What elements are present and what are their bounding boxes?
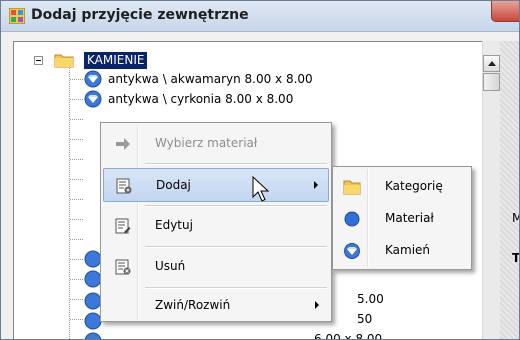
arrow-right-icon — [116, 138, 130, 150]
tree-item-partial: 6.00 x 8.00 — [314, 332, 383, 340]
add-submenu: Kategorię Materiał Kamień — [332, 166, 472, 270]
menu-item-collapse-expand[interactable]: Zwiń/Rozwiń — [103, 289, 329, 321]
tree-branch-line — [70, 79, 84, 80]
tree-branch-line — [70, 319, 84, 320]
menu-separator — [145, 205, 327, 207]
folder-icon — [343, 180, 361, 195]
tree-branch-line — [70, 139, 84, 140]
gem-icon — [84, 70, 102, 88]
tree-branch-line — [70, 219, 84, 220]
list-delete-icon — [115, 259, 131, 275]
submenu-label: Kamień — [385, 243, 431, 257]
scroll-up-button[interactable] — [483, 55, 500, 72]
submenu-label: Materiał — [385, 211, 434, 225]
folder-icon — [54, 54, 74, 68]
tree-item[interactable]: antykwa \ akwamaryn 8.00 x 8.00 — [108, 70, 313, 88]
close-button[interactable] — [491, 1, 519, 22]
menu-label: Zwiń/Rozwiń — [155, 298, 231, 312]
details-pane — [500, 41, 519, 339]
tree-scrollbar[interactable] — [482, 41, 500, 339]
submenu-label: Kategorię — [385, 179, 443, 193]
submenu-arrow-icon — [315, 301, 319, 309]
scroll-thumb[interactable] — [483, 73, 500, 91]
tree-branch-line — [70, 239, 84, 240]
tree-branch-line — [70, 279, 84, 280]
submenu-item-stone[interactable]: Kamień — [335, 235, 469, 267]
menu-label: Dodaj — [156, 178, 191, 192]
gem-icon — [84, 90, 102, 108]
menu-item-delete[interactable]: Usuń — [103, 250, 329, 284]
submenu-item-material[interactable]: Materiał — [335, 203, 469, 235]
tree-branch-line — [70, 299, 84, 300]
mouse-cursor-icon — [252, 176, 270, 202]
list-add-icon — [116, 178, 132, 194]
submenu-item-category[interactable]: Kategorię — [335, 171, 469, 203]
tree-item[interactable]: antykwa \ cyrkonia 8.00 x 8.00 — [108, 90, 293, 108]
tree-branch-line — [70, 259, 84, 260]
list-edit-icon — [115, 218, 131, 234]
gem-icon — [84, 332, 102, 339]
collapse-toggle[interactable] — [34, 56, 43, 65]
tree-branch-line — [70, 99, 84, 100]
app-icon — [9, 8, 25, 24]
menu-separator — [145, 163, 327, 165]
tree-branch-line — [70, 199, 84, 200]
context-menu: Wybierz materiał Dodaj Edytuj Usuń Zwiń/… — [100, 122, 332, 322]
menu-item-edit[interactable]: Edytuj — [103, 209, 329, 243]
tree-branch-line — [70, 119, 84, 120]
window-title: Dodaj przyjęcie zewnętrzne — [31, 7, 249, 23]
menu-item-add[interactable]: Dodaj — [103, 168, 329, 202]
submenu-arrow-icon — [314, 181, 318, 189]
menu-separator — [145, 246, 327, 248]
tree-branch-line — [70, 159, 84, 160]
tree-item-partial: 50 — [357, 312, 373, 326]
tree-branch-line — [70, 179, 84, 180]
pane-label-fragment: M — [512, 211, 519, 225]
menu-item-select-material[interactable]: Wybierz materiał — [103, 127, 329, 161]
blue-circle-icon — [344, 211, 360, 227]
tree-root-kamienie[interactable]: KAMIENIE — [84, 52, 148, 69]
tree-item-partial: 5.00 — [357, 292, 384, 306]
title-bar[interactable]: Dodaj przyjęcie zewnętrzne — [1, 1, 519, 32]
gem-icon — [344, 243, 360, 259]
pane-label-fragment: T — [512, 251, 520, 265]
menu-label: Wybierz materiał — [155, 136, 258, 150]
menu-label: Edytuj — [155, 218, 193, 232]
menu-label: Usuń — [155, 259, 186, 273]
